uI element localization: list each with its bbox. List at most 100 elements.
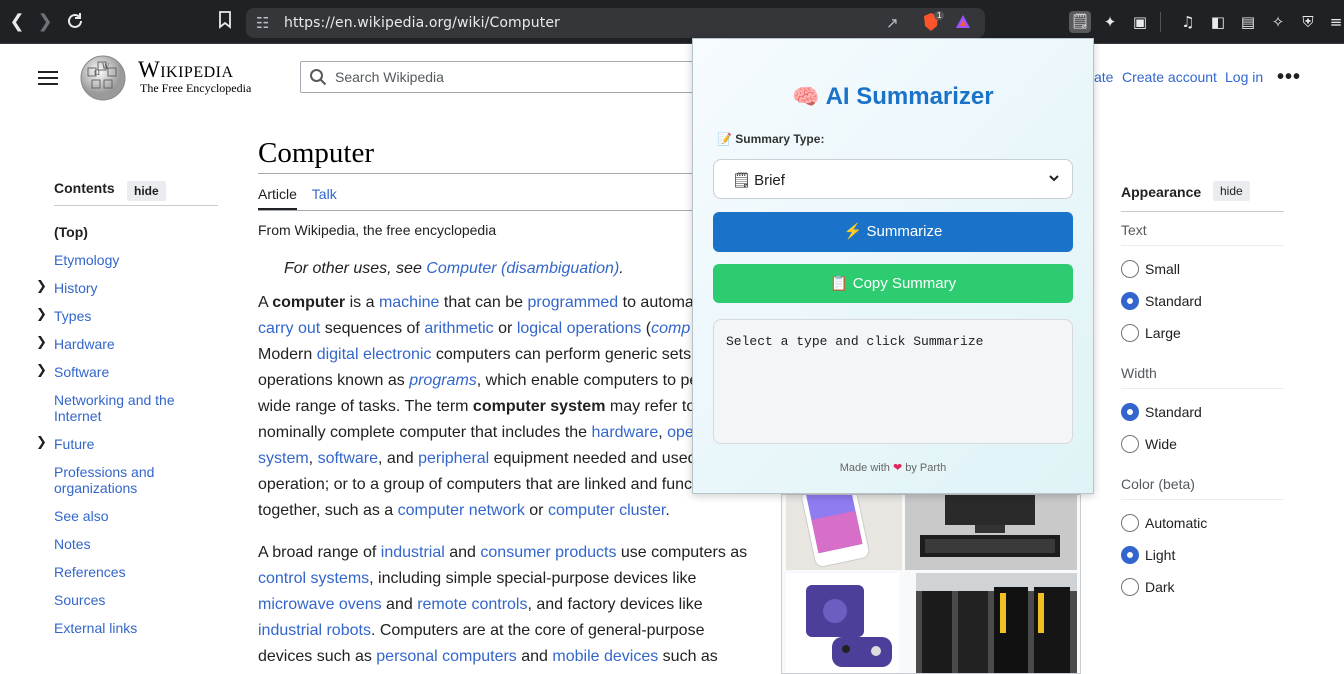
chevron-right-icon[interactable]: ❯ (36, 335, 47, 351)
article-link[interactable]: ope (667, 424, 694, 441)
toc-item-label: Hardware (54, 336, 115, 352)
radio-button[interactable] (1121, 546, 1139, 564)
article-link[interactable]: computer network (398, 502, 525, 519)
toc-item[interactable]: ❯ History (36, 279, 218, 296)
article-link[interactable]: system (258, 450, 309, 467)
tab-article[interactable]: Article (258, 186, 297, 202)
toc-item-label: Sources (54, 592, 106, 608)
infobox-image-collage[interactable] (781, 494, 1081, 674)
article-link[interactable]: software (318, 450, 378, 467)
header-link-partial[interactable]: ate (1094, 69, 1113, 85)
radio-button[interactable] (1121, 578, 1139, 596)
article-link[interactable]: mobile devices (552, 648, 658, 665)
create-account-link[interactable]: Create account (1122, 69, 1217, 85)
appearance-hide-button[interactable]: hide (1213, 181, 1250, 201)
radio-button[interactable] (1121, 514, 1139, 532)
radio-label: Wide (1145, 436, 1177, 452)
article-link[interactable]: consumer products (480, 544, 616, 561)
wallet-icon[interactable]: ▤ (1238, 12, 1258, 32)
music-icon[interactable]: ♫ (1178, 12, 1198, 32)
radio-button[interactable] (1121, 435, 1139, 453)
article-link[interactable]: hardware (592, 424, 659, 441)
text-run: , which enable computers to pe (476, 372, 699, 389)
article-link[interactable]: programmed (527, 294, 618, 311)
share-icon[interactable]: ↗ (886, 13, 899, 33)
article-link[interactable]: comp (651, 320, 690, 337)
toc-item[interactable]: ❯ Types (36, 307, 218, 324)
article-link[interactable]: personal computers (376, 648, 517, 665)
article-link[interactable]: industrial (381, 544, 445, 561)
hatnote: For other uses, see Computer (disambigua… (284, 260, 624, 278)
forward-icon[interactable]: ❯ (34, 11, 56, 33)
summarizer-extension-icon[interactable]: 🗒 (1069, 11, 1091, 33)
wikipedia-wordmark[interactable]: Wikipedia (138, 57, 234, 83)
extensions-puzzle-icon[interactable]: ✦ (1100, 12, 1120, 32)
back-icon[interactable]: ❮ (6, 11, 28, 33)
article-link[interactable]: digital electronic (317, 346, 432, 363)
toc-item[interactable]: Networking and the Internet (54, 392, 218, 424)
vpn-icon[interactable]: ⛨ (1298, 12, 1318, 32)
clipboard-icon: 📋 (829, 275, 849, 292)
sidebar-icon[interactable]: ◧ (1208, 12, 1228, 32)
address-bar[interactable]: ☷ https://en.wikipedia.org/wiki/Computer… (246, 8, 985, 38)
article-link[interactable]: peripheral (418, 450, 489, 467)
text-run: sequences of (320, 320, 425, 337)
radio-button[interactable] (1121, 403, 1139, 421)
chevron-right-icon[interactable]: ❯ (36, 363, 47, 379)
main-menu-icon[interactable] (38, 68, 58, 86)
log-in-link[interactable]: Log in (1225, 69, 1263, 85)
tab-talk[interactable]: Talk (312, 186, 337, 202)
toc-item[interactable]: (Top) (54, 224, 218, 240)
article-link[interactable]: computer cluster (548, 502, 665, 519)
summarize-button[interactable]: ⚡ Summarize (713, 212, 1073, 252)
copy-summary-label: Copy Summary (852, 275, 957, 292)
toolbar-divider (1160, 12, 1161, 32)
leo-ai-icon[interactable]: ✧ (1268, 12, 1288, 32)
url-text[interactable]: https://en.wikipedia.org/wiki/Computer (284, 15, 560, 31)
chevron-right-icon[interactable]: ❯ (36, 435, 47, 451)
appearance-group-label: Color (beta) (1121, 476, 1284, 500)
toc-hide-button[interactable]: hide (127, 181, 166, 201)
toc-item[interactable]: Sources (54, 592, 218, 608)
article-link[interactable]: programs (409, 372, 477, 389)
search-box[interactable] (300, 61, 700, 93)
more-options-icon[interactable]: ••• (1277, 66, 1301, 89)
article-link[interactable]: arithmetic (424, 320, 493, 337)
copy-summary-button[interactable]: 📋 Copy Summary (713, 264, 1073, 303)
toc-item[interactable]: ❯ Hardware (36, 335, 218, 352)
summary-output[interactable]: Select a type and click Summarize (713, 319, 1073, 444)
article-link[interactable]: logical operations (517, 320, 642, 337)
menu-icon[interactable]: ≡ (1326, 12, 1344, 32)
summary-type-select[interactable]: 🗒 Brief (713, 159, 1073, 199)
toc-item[interactable]: Notes (54, 536, 218, 552)
article-link[interactable]: control systems (258, 570, 369, 587)
search-input[interactable] (335, 67, 685, 87)
bookmark-icon[interactable] (214, 11, 236, 33)
text-run: use computers as (616, 544, 748, 561)
radio-button[interactable] (1121, 324, 1139, 342)
reader-icon[interactable]: ▣ (1130, 12, 1150, 32)
article-link[interactable]: machine (379, 294, 439, 311)
radio-button[interactable] (1121, 260, 1139, 278)
toc-item[interactable]: Professions and organizations (54, 464, 218, 496)
toc-item[interactable]: ❯ Software (36, 363, 218, 380)
toc-item-label: Future (54, 436, 95, 452)
chevron-right-icon[interactable]: ❯ (36, 279, 47, 295)
article-link[interactable]: carry out (258, 320, 320, 337)
toc-item[interactable]: External links (54, 620, 218, 636)
toc-item[interactable]: References (54, 564, 218, 580)
radio-button[interactable] (1121, 292, 1139, 310)
article-link[interactable]: microwave ovens (258, 596, 382, 613)
toc-item[interactable]: Etymology (54, 252, 218, 268)
article-link[interactable]: industrial robots (258, 622, 371, 639)
toc-item[interactable]: ❯ Future (36, 435, 218, 452)
reload-icon[interactable] (64, 11, 86, 33)
site-settings-icon[interactable]: ☷ (256, 13, 269, 33)
toc-item[interactable]: See also (54, 508, 218, 524)
disambiguation-link[interactable]: Computer (disambiguation) (426, 260, 619, 277)
wikipedia-globe-logo[interactable]: Ω W (78, 54, 128, 101)
article-link[interactable]: remote controls (417, 596, 527, 613)
chevron-right-icon[interactable]: ❯ (36, 307, 47, 323)
wikipedia-tagline: The Free Encyclopedia (140, 81, 252, 95)
brave-rewards-icon[interactable] (954, 13, 972, 36)
